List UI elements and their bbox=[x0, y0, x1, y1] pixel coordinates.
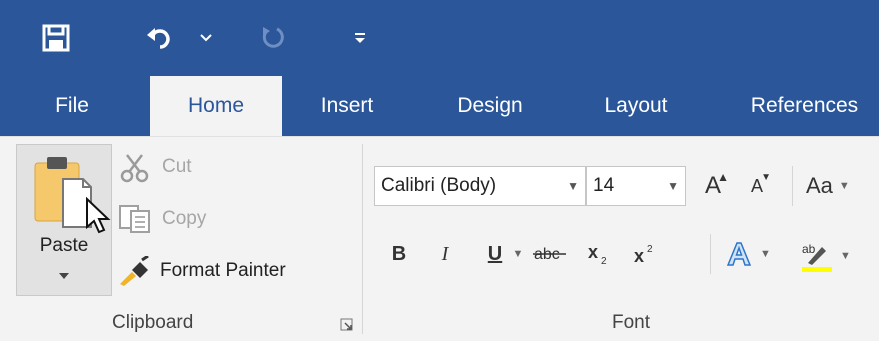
group-separator bbox=[362, 144, 363, 334]
cut-button[interactable]: Cut bbox=[118, 150, 218, 184]
dialog-launcher-icon[interactable] bbox=[340, 318, 354, 332]
font-group-label: Font bbox=[612, 312, 651, 333]
customize-qat-button[interactable] bbox=[350, 24, 370, 52]
strikethrough-button[interactable]: abc bbox=[528, 236, 576, 272]
undo-dropdown[interactable] bbox=[196, 24, 216, 52]
change-case-label: Aa bbox=[806, 173, 833, 198]
change-case-button[interactable]: Aa ▼ bbox=[806, 168, 878, 204]
superscript-icon: x 2 bbox=[634, 244, 653, 266]
chevron-down-icon bbox=[59, 273, 69, 279]
font-size-combo[interactable]: 14 ▼ bbox=[586, 166, 686, 206]
italic-button[interactable]: I bbox=[430, 236, 460, 272]
subscript-button[interactable]: x 2 bbox=[582, 236, 620, 272]
chevron-down-icon: ▼ bbox=[840, 250, 851, 262]
font-name-combo[interactable]: Calibri (Body) ▼ bbox=[374, 166, 586, 206]
svg-text:x: x bbox=[634, 246, 644, 266]
font-name-value: Calibri (Body) bbox=[381, 175, 497, 196]
text-effects-button[interactable]: ▼ bbox=[724, 236, 784, 272]
separator bbox=[710, 234, 711, 274]
chevron-down-icon: ▼ bbox=[512, 248, 524, 260]
separator bbox=[792, 166, 793, 206]
redo-icon bbox=[262, 27, 284, 48]
chevron-down-icon: ▼ bbox=[567, 179, 579, 193]
tab-layout[interactable]: Layout bbox=[586, 76, 686, 136]
superscript-button[interactable]: x 2 bbox=[628, 236, 666, 272]
chevron-down-icon bbox=[200, 34, 212, 42]
tab-references[interactable]: References bbox=[732, 76, 877, 136]
underline-dropdown[interactable]: ▼ bbox=[510, 236, 526, 272]
underline-button[interactable]: U bbox=[480, 236, 510, 272]
save-button[interactable] bbox=[36, 20, 76, 56]
copy-label: Copy bbox=[162, 208, 207, 229]
copy-icon bbox=[119, 205, 150, 233]
undo-icon bbox=[147, 28, 170, 49]
format-painter-icon bbox=[120, 256, 149, 286]
scissors-icon bbox=[120, 154, 149, 183]
tab-insert[interactable]: Insert bbox=[302, 76, 392, 136]
svg-text:2: 2 bbox=[647, 244, 653, 255]
title-bar bbox=[0, 0, 879, 76]
chevron-down-icon: ▼ bbox=[760, 248, 771, 260]
paste-label: Paste bbox=[39, 235, 89, 256]
strikethrough-icon: abc bbox=[533, 246, 566, 263]
save-icon bbox=[42, 24, 70, 52]
grow-font-button[interactable]: A ▲ bbox=[694, 168, 732, 204]
chevron-down-icon: ▼ bbox=[667, 179, 679, 193]
text-effects-icon bbox=[726, 242, 752, 266]
underline-label: U bbox=[487, 242, 503, 265]
bold-button[interactable]: B bbox=[384, 236, 414, 272]
chevron-down-icon: ▼ bbox=[838, 180, 850, 192]
redo-button[interactable] bbox=[252, 20, 292, 56]
tab-home[interactable]: Home bbox=[150, 76, 282, 136]
bold-label: B bbox=[391, 242, 407, 265]
cut-label: Cut bbox=[162, 156, 192, 177]
italic-label: I bbox=[441, 242, 449, 265]
grow-font-icon: A ▲ bbox=[704, 170, 729, 199]
tab-file[interactable]: File bbox=[30, 76, 114, 136]
cursor-icon bbox=[86, 197, 111, 234]
format-painter-label: Format Painter bbox=[160, 260, 286, 281]
subscript-icon: x 2 bbox=[588, 242, 607, 266]
shrink-font-icon: A ▼ bbox=[750, 171, 771, 196]
svg-text:2: 2 bbox=[601, 256, 607, 266]
paste-button[interactable]: Paste bbox=[16, 144, 112, 296]
customize-icon bbox=[355, 33, 365, 43]
highlight-button[interactable]: ab ▼ bbox=[800, 236, 870, 276]
font-size-value: 14 bbox=[593, 175, 615, 196]
svg-text:x: x bbox=[588, 242, 598, 262]
copy-button[interactable]: Copy bbox=[118, 202, 238, 236]
svg-text:ab: ab bbox=[802, 242, 816, 256]
tab-design[interactable]: Design bbox=[440, 76, 540, 136]
clipboard-group-label: Clipboard bbox=[112, 312, 194, 333]
undo-button[interactable] bbox=[140, 20, 180, 56]
format-painter-button[interactable]: Format Painter bbox=[118, 254, 348, 290]
shrink-font-button[interactable]: A ▼ bbox=[738, 168, 776, 204]
highlighter-icon: ab bbox=[802, 242, 832, 272]
